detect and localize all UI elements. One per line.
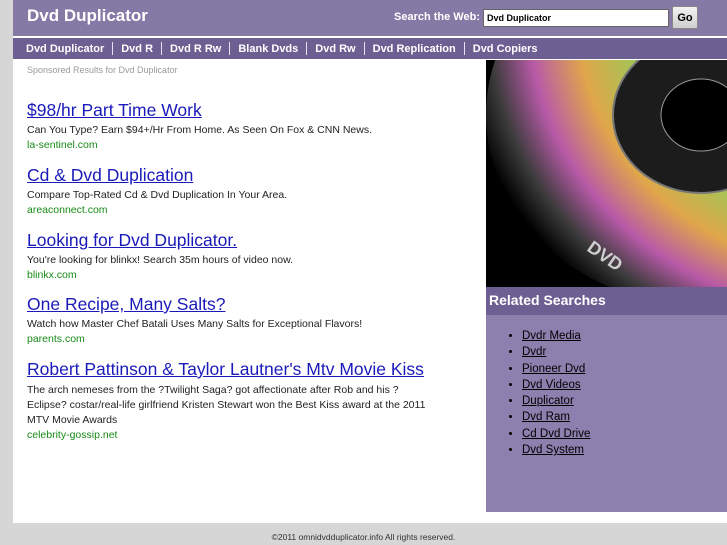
nav-item-dvd-rw[interactable]: Dvd Rw xyxy=(315,43,355,55)
sidebar: DVD Related Searches Dvdr Media Dvdr Pio… xyxy=(486,60,727,512)
ad-description: Can You Type? Earn $94+/Hr From Home. As… xyxy=(27,124,373,136)
ad-listing: Cd & Dvd Duplication Compare Top-Rated C… xyxy=(27,164,432,217)
related-link-duplicator[interactable]: Duplicator xyxy=(522,395,574,407)
ad-url-link[interactable]: blinkx.com xyxy=(27,268,432,282)
related-link-dvdr-media[interactable]: Dvdr Media xyxy=(522,330,581,342)
related-link-dvdr[interactable]: Dvdr xyxy=(522,346,546,358)
search-label: Search the Web: xyxy=(394,11,480,23)
related-link-pioneer-dvd[interactable]: Pioneer Dvd xyxy=(522,363,585,375)
list-item: Dvdr xyxy=(522,344,727,360)
ad-title-link[interactable]: $98/hr Part Time Work xyxy=(27,99,432,121)
list-item: Dvdr Media xyxy=(522,328,727,344)
dvd-disc-image: DVD xyxy=(486,60,727,287)
ad-description: Watch how Master Chef Batali Uses Many S… xyxy=(27,318,363,330)
ad-listing: $98/hr Part Time Work Can You Type? Earn… xyxy=(27,99,432,152)
sponsored-label: Sponsored Results for Dvd Duplicator xyxy=(27,65,178,75)
nav-divider xyxy=(306,42,308,55)
ad-url-link[interactable]: la-sentinel.com xyxy=(27,138,432,152)
list-item: Dvd Ram xyxy=(522,409,727,425)
ad-title-link[interactable]: Looking for Dvd Duplicator. xyxy=(27,229,432,251)
nav-item-dvd-copiers[interactable]: Dvd Copiers xyxy=(473,43,538,55)
list-item: Dvd Videos xyxy=(522,377,727,393)
ad-description: The arch nemeses from the ?Twilight Saga… xyxy=(27,384,426,426)
ad-description: Compare Top-Rated Cd & Dvd Duplication I… xyxy=(27,189,288,201)
list-item: Cd Dvd Drive xyxy=(522,426,727,442)
related-link-dvd-videos[interactable]: Dvd Videos xyxy=(522,379,581,391)
related-link-cd-dvd-drive[interactable]: Cd Dvd Drive xyxy=(522,428,590,440)
related-link-dvd-ram[interactable]: Dvd Ram xyxy=(522,411,570,423)
nav-item-dvd-duplicator[interactable]: Dvd Duplicator xyxy=(26,43,104,55)
nav-item-dvd-r-rw[interactable]: Dvd R Rw xyxy=(170,43,221,55)
related-searches-list: Dvdr Media Dvdr Pioneer Dvd Dvd Videos D… xyxy=(522,328,727,458)
ad-title-link[interactable]: One Recipe, Many Salts? xyxy=(27,293,432,315)
related-link-dvd-system[interactable]: Dvd System xyxy=(522,444,584,456)
nav-divider xyxy=(112,42,114,55)
footer-copyright: ©2011 omnidvdduplicator.info All rights … xyxy=(271,532,456,542)
site-title: Dvd Duplicator xyxy=(27,6,148,25)
nav-bar: Dvd Duplicator Dvd R Dvd R Rw Blank Dvds… xyxy=(13,38,727,59)
ad-url-link[interactable]: areaconnect.com xyxy=(27,203,432,217)
nav-item-dvd-replication[interactable]: Dvd Replication xyxy=(373,43,456,55)
nav-divider xyxy=(463,42,465,55)
go-button[interactable]: Go xyxy=(672,6,698,29)
ad-url-link[interactable]: celebrity-gossip.net xyxy=(27,428,432,442)
nav-item-blank-dvds[interactable]: Blank Dvds xyxy=(238,43,298,55)
ad-listing: One Recipe, Many Salts? Watch how Master… xyxy=(27,293,432,346)
list-item: Duplicator xyxy=(522,393,727,409)
nav-item-dvd-r[interactable]: Dvd R xyxy=(121,43,153,55)
ad-description: You're looking for blinkx! Search 35m ho… xyxy=(27,254,294,266)
ad-listing: Robert Pattinson & Taylor Lautner's Mtv … xyxy=(27,357,432,442)
ad-listing: Looking for Dvd Duplicator. You're looki… xyxy=(27,229,432,282)
dvd-disc-graphic: DVD xyxy=(486,60,727,287)
nav-divider xyxy=(363,42,365,55)
list-item: Dvd System xyxy=(522,442,727,458)
ad-url-link[interactable]: parents.com xyxy=(27,332,432,346)
search-input[interactable] xyxy=(483,9,669,27)
header-bar: Dvd Duplicator Search the Web: Go xyxy=(13,0,727,36)
nav-divider xyxy=(161,42,163,55)
list-item: Pioneer Dvd xyxy=(522,361,727,377)
ad-title-link[interactable]: Cd & Dvd Duplication xyxy=(27,164,432,186)
page: Dvd Duplicator Search the Web: Go Dvd Du… xyxy=(13,0,727,523)
related-searches-heading: Related Searches xyxy=(486,287,727,315)
nav-divider xyxy=(229,42,231,55)
ad-title-link[interactable]: Robert Pattinson & Taylor Lautner's Mtv … xyxy=(27,357,432,381)
